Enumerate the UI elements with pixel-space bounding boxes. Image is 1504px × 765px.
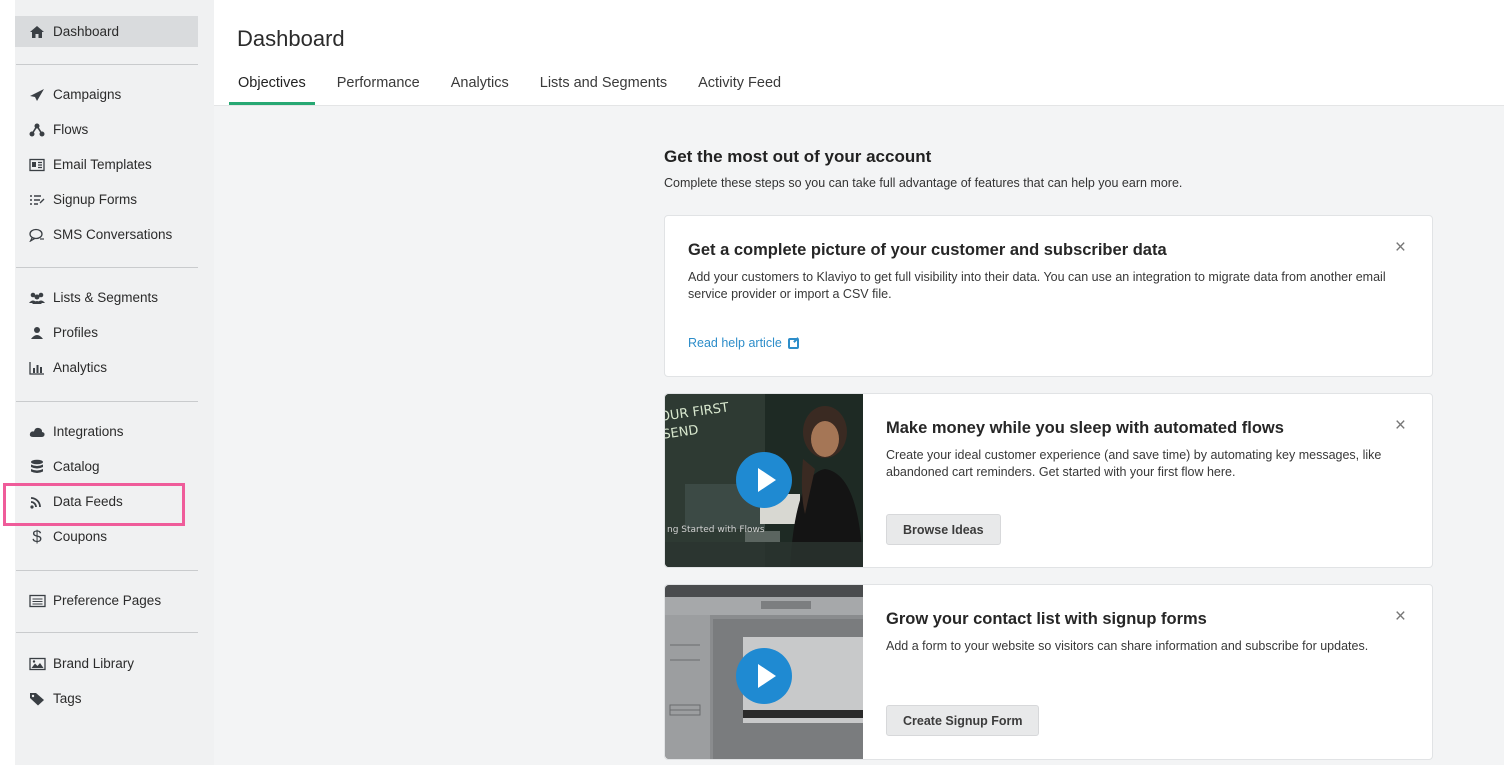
tab-performance[interactable]: Performance bbox=[328, 73, 429, 105]
tag-icon bbox=[28, 691, 46, 707]
sidebar: Dashboard Campaigns Flows Email Template… bbox=[15, 0, 214, 765]
close-icon[interactable]: × bbox=[1395, 416, 1406, 435]
sidebar-divider bbox=[16, 570, 198, 571]
user-icon bbox=[28, 325, 46, 341]
sidebar-item-label: Catalog bbox=[53, 459, 100, 474]
objectives-subtitle: Complete these steps so you can take ful… bbox=[664, 176, 1183, 190]
sidebar-item-label: Lists & Segments bbox=[53, 290, 159, 305]
sidebar-item-label: Campaigns bbox=[53, 87, 122, 102]
sidebar-item-label: Dashboard bbox=[53, 24, 120, 39]
read-help-article-link[interactable]: Read help article bbox=[688, 336, 799, 350]
sidebar-item-label: Integrations bbox=[53, 424, 124, 439]
cloud-icon bbox=[28, 424, 46, 440]
sidebar-item-label: Tags bbox=[53, 691, 82, 706]
card-description: Add your customers to Klaviyo to get ful… bbox=[688, 270, 1386, 301]
create-signup-form-button[interactable]: Create Signup Form bbox=[886, 705, 1040, 736]
tab-objectives[interactable]: Objectives bbox=[229, 73, 315, 105]
sidebar-item-campaigns[interactable]: Campaigns bbox=[15, 79, 198, 110]
sidebar-divider bbox=[16, 632, 198, 633]
card-description: Create your ideal customer experience (a… bbox=[886, 448, 1382, 479]
play-video-button[interactable] bbox=[736, 648, 792, 704]
sidebar-item-label: Email Templates bbox=[53, 157, 152, 172]
paper-plane-icon bbox=[28, 87, 46, 103]
image-icon bbox=[28, 656, 46, 672]
tab-activity-feed[interactable]: Activity Feed bbox=[689, 73, 790, 105]
users-icon bbox=[28, 290, 46, 306]
chat-icon bbox=[28, 227, 46, 243]
sidebar-divider bbox=[16, 64, 198, 65]
signup-video-thumbnail[interactable] bbox=[665, 585, 863, 759]
sidebar-item-catalog[interactable]: Catalog bbox=[15, 451, 198, 482]
card-description: Add a form to your website so visitors c… bbox=[886, 639, 1369, 653]
sidebar-item-flows[interactable]: Flows bbox=[15, 114, 198, 145]
sidebar-item-analytics[interactable]: Analytics bbox=[15, 352, 198, 383]
objective-card-customer-data: Get a complete picture of your customer … bbox=[664, 215, 1433, 377]
close-icon[interactable]: × bbox=[1395, 607, 1406, 626]
card-title: Get a complete picture of your customer … bbox=[688, 241, 1167, 259]
sidebar-item-signup-forms[interactable]: Signup Forms bbox=[15, 184, 198, 215]
sidebar-item-label: Analytics bbox=[53, 360, 108, 375]
sidebar-item-data-feeds[interactable]: Data Feeds bbox=[15, 486, 198, 517]
sidebar-item-label: SMS Conversations bbox=[53, 227, 173, 242]
sidebar-divider bbox=[16, 401, 198, 402]
rss-icon bbox=[28, 494, 46, 510]
sidebar-item-sms-conversations[interactable]: SMS Conversations bbox=[15, 219, 198, 250]
objective-card-automated-flows: OUR FIRST SEND ng Started with Flows Mak… bbox=[664, 393, 1433, 568]
external-link-icon bbox=[787, 337, 799, 349]
sidebar-item-brand-library[interactable]: Brand Library bbox=[15, 648, 198, 679]
tab-lists-and-segments[interactable]: Lists and Segments bbox=[531, 73, 676, 105]
sidebar-item-label: Signup Forms bbox=[53, 192, 138, 207]
dollar-icon: $ bbox=[32, 526, 42, 546]
sidebar-item-dashboard[interactable]: Dashboard bbox=[15, 16, 198, 47]
card-title: Make money while you sleep with automate… bbox=[886, 419, 1284, 437]
header-divider bbox=[214, 105, 1504, 106]
browse-ideas-button[interactable]: Browse Ideas bbox=[886, 514, 1001, 545]
flow-icon bbox=[28, 122, 46, 138]
flows-video-thumbnail[interactable]: OUR FIRST SEND ng Started with Flows bbox=[665, 394, 863, 567]
form-list-icon bbox=[28, 192, 46, 208]
home-icon bbox=[28, 24, 46, 40]
page-title: Dashboard bbox=[237, 26, 345, 51]
sidebar-item-label: Preference Pages bbox=[53, 593, 162, 608]
bar-chart-icon bbox=[28, 360, 46, 376]
sidebar-item-tags[interactable]: Tags bbox=[15, 683, 198, 714]
sidebar-item-label: Coupons bbox=[53, 529, 108, 544]
tab-bar: Objectives Performance Analytics Lists a… bbox=[229, 73, 803, 105]
template-icon bbox=[28, 157, 46, 173]
thumbnail-subtitle: ng Started with Flows bbox=[667, 525, 765, 535]
sidebar-item-preference-pages[interactable]: Preference Pages bbox=[15, 585, 198, 616]
sidebar-item-lists-segments[interactable]: Lists & Segments bbox=[15, 282, 198, 313]
list-page-icon bbox=[28, 593, 46, 609]
sidebar-item-email-templates[interactable]: Email Templates bbox=[15, 149, 198, 180]
card-title: Grow your contact list with signup forms bbox=[886, 610, 1207, 628]
database-icon bbox=[28, 459, 46, 475]
sidebar-item-label: Data Feeds bbox=[53, 494, 123, 509]
play-video-button[interactable] bbox=[736, 452, 792, 508]
link-label: Read help article bbox=[688, 336, 782, 350]
sidebar-divider bbox=[16, 267, 198, 268]
sidebar-item-label: Profiles bbox=[53, 325, 99, 340]
sidebar-item-label: Flows bbox=[53, 122, 89, 137]
close-icon[interactable]: × bbox=[1395, 238, 1406, 257]
objectives-title: Get the most out of your account bbox=[664, 147, 932, 166]
sidebar-item-profiles[interactable]: Profiles bbox=[15, 317, 198, 348]
sidebar-item-integrations[interactable]: Integrations bbox=[15, 416, 198, 447]
sidebar-item-label: Brand Library bbox=[53, 656, 135, 671]
objective-card-signup-forms: Grow your contact list with signup forms… bbox=[664, 584, 1433, 760]
sidebar-item-coupons[interactable]: $ Coupons bbox=[15, 521, 198, 552]
tab-analytics[interactable]: Analytics bbox=[442, 73, 518, 105]
